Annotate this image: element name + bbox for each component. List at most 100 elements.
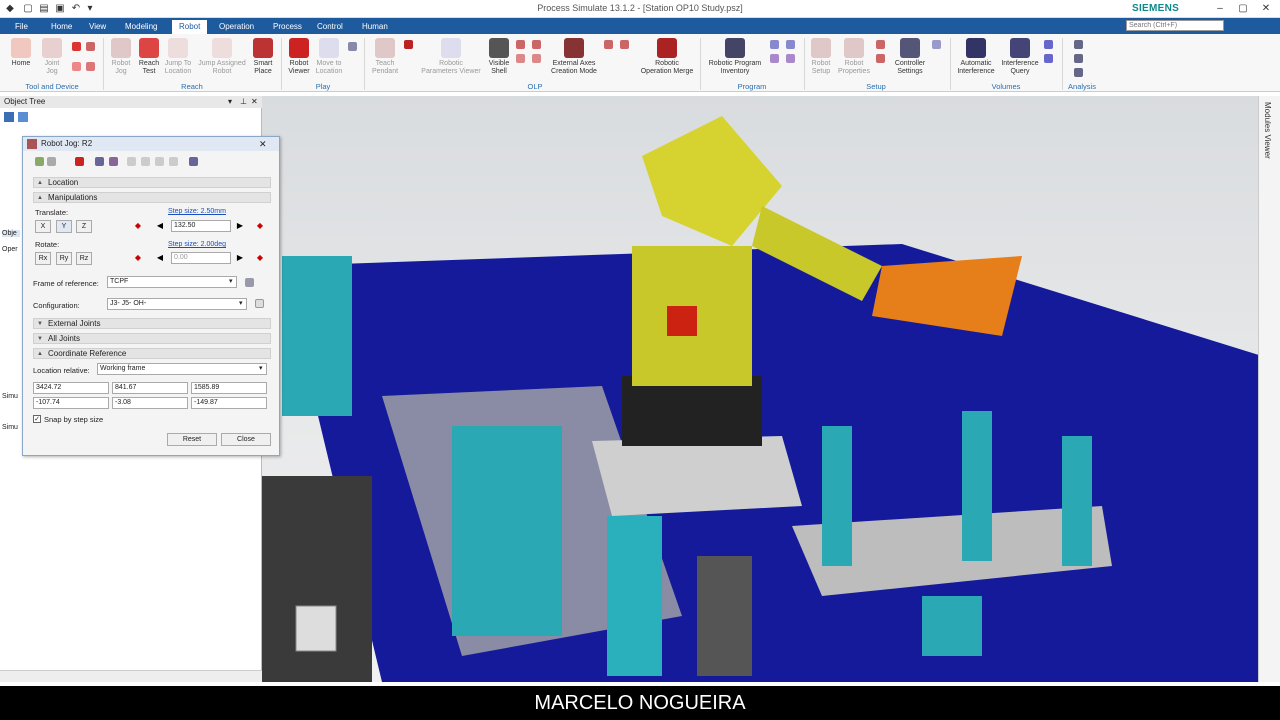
volumes-mini-icon-1[interactable] bbox=[1044, 40, 1053, 49]
program-mini-icon-1[interactable] bbox=[770, 40, 779, 49]
pane-dropdown-icon[interactable]: ▾ bbox=[228, 96, 232, 108]
toolbar-icon-7[interactable] bbox=[141, 157, 150, 166]
olp-mini-icon-4[interactable] bbox=[532, 54, 541, 63]
translate-plus-icon[interactable]: ▶ bbox=[233, 220, 247, 232]
coord-x-field[interactable]: 3424.72 bbox=[33, 382, 109, 394]
reset-button[interactable]: Reset bbox=[167, 433, 217, 446]
section-coordinate-reference[interactable]: Coordinate Reference bbox=[33, 348, 271, 359]
translate-step-back-icon[interactable]: ◆ bbox=[131, 220, 145, 232]
close-window-button[interactable]: ✕ bbox=[1256, 2, 1276, 16]
unmount-icon[interactable] bbox=[86, 62, 95, 71]
external-axes-creation-mode-button[interactable]: External Axes Creation Mode bbox=[548, 38, 600, 76]
joint-jog-button[interactable]: Joint Jog bbox=[38, 38, 66, 76]
setup-mini-icon-3[interactable] bbox=[932, 40, 941, 49]
analysis-icon-3[interactable] bbox=[1074, 68, 1083, 77]
toolbar-icon-1[interactable] bbox=[35, 157, 44, 166]
side-tab-simulation-2[interactable]: Simu bbox=[2, 424, 18, 431]
rotate-step-forward-icon[interactable]: ◆ bbox=[253, 252, 267, 264]
mount-icon[interactable] bbox=[72, 62, 81, 71]
translate-z-button[interactable]: Z bbox=[76, 220, 92, 233]
olp-mini-icon-3[interactable] bbox=[516, 54, 525, 63]
play-icon[interactable] bbox=[348, 42, 357, 51]
translate-step-forward-icon[interactable]: ◆ bbox=[253, 220, 267, 232]
tab-view[interactable]: View bbox=[82, 20, 113, 34]
program-mini-icon-2[interactable] bbox=[786, 40, 795, 49]
teach-pendant-button[interactable]: Teach Pendant bbox=[370, 38, 400, 76]
configuration-select[interactable]: J3- J5- OH- bbox=[107, 298, 247, 310]
analysis-icon-2[interactable] bbox=[1074, 54, 1083, 63]
olp-mini-icon-5[interactable] bbox=[604, 40, 613, 49]
program-mini-icon-4[interactable] bbox=[786, 54, 795, 63]
section-manipulations[interactable]: Manipulations bbox=[33, 192, 271, 203]
robot-viewer-button[interactable]: Robot Viewer bbox=[284, 38, 314, 76]
translate-value-field[interactable]: 132.50 bbox=[171, 220, 231, 232]
tool-icon[interactable] bbox=[72, 42, 81, 51]
rotate-step-size-link[interactable]: Step size: 2.00deg bbox=[168, 241, 226, 248]
toolbar-icon-3[interactable] bbox=[75, 157, 84, 166]
toolbar-icon-10[interactable] bbox=[189, 157, 198, 166]
close-button[interactable]: Close bbox=[221, 433, 271, 446]
reach-test-button[interactable]: Reach Test bbox=[136, 38, 162, 76]
section-all-joints[interactable]: All Joints bbox=[33, 333, 271, 344]
tab-operation[interactable]: Operation bbox=[212, 20, 261, 34]
rotate-step-back-icon[interactable]: ◆ bbox=[131, 252, 145, 264]
coord-z-field[interactable]: 1585.89 bbox=[191, 382, 267, 394]
tab-file[interactable]: File bbox=[8, 20, 35, 34]
interference-query-button[interactable]: Interference Query bbox=[998, 38, 1042, 76]
dialog-close-icon[interactable]: ✕ bbox=[259, 137, 273, 151]
search-input[interactable] bbox=[1126, 20, 1224, 31]
side-tab-simulation-1[interactable]: Simu bbox=[2, 393, 18, 400]
smart-place-button[interactable]: Smart Place bbox=[250, 38, 276, 76]
maximize-button[interactable]: ▢ bbox=[1233, 2, 1253, 16]
rotate-value-field[interactable]: 0.00 bbox=[171, 252, 231, 264]
pin-icon[interactable]: ⊥ bbox=[240, 96, 247, 108]
coord-rx-field[interactable]: -107.74 bbox=[33, 397, 109, 409]
robot-properties-button[interactable]: Robot Properties bbox=[836, 38, 872, 76]
horizontal-scrollbar[interactable] bbox=[0, 670, 262, 682]
translate-step-size-link[interactable]: Step size: 2.50mm bbox=[168, 208, 226, 215]
toolbar-icon-4[interactable] bbox=[95, 157, 104, 166]
pane-close-icon[interactable]: ✕ bbox=[251, 96, 258, 108]
side-tab-operation[interactable]: Oper bbox=[2, 246, 18, 253]
translate-y-button[interactable]: Y bbox=[56, 220, 72, 233]
jump-to-location-button[interactable]: Jump To Location bbox=[162, 38, 194, 76]
minimize-button[interactable]: – bbox=[1210, 2, 1230, 16]
frame-of-reference-select[interactable]: TCPF bbox=[107, 276, 237, 288]
tab-home[interactable]: Home bbox=[44, 20, 79, 34]
toolbar-icon-2[interactable] bbox=[47, 157, 56, 166]
program-mini-icon-3[interactable] bbox=[770, 54, 779, 63]
jump-assigned-robot-button[interactable]: Jump Assigned Robot bbox=[196, 38, 248, 76]
analysis-icon-1[interactable] bbox=[1074, 40, 1083, 49]
rotate-plus-icon[interactable]: ▶ bbox=[233, 252, 247, 264]
filter-icon[interactable] bbox=[18, 112, 28, 122]
toolbar-icon-5[interactable] bbox=[109, 157, 118, 166]
home-button[interactable]: Home bbox=[8, 38, 34, 68]
robotic-operation-merge-button[interactable]: Robotic Operation Merge bbox=[636, 38, 698, 76]
move-to-location-button[interactable]: Move to Location bbox=[314, 38, 344, 76]
tab-control[interactable]: Control bbox=[310, 20, 350, 34]
olp-mini-icon-6[interactable] bbox=[620, 40, 629, 49]
olp-icon[interactable] bbox=[404, 40, 413, 49]
tab-human[interactable]: Human bbox=[355, 20, 395, 34]
tab-process[interactable]: Process bbox=[266, 20, 309, 34]
side-tab-object[interactable]: Obje bbox=[2, 230, 20, 237]
rotate-minus-icon[interactable]: ◀ bbox=[153, 252, 167, 264]
rotate-ry-button[interactable]: Ry bbox=[56, 252, 72, 265]
section-external-joints[interactable]: External Joints bbox=[33, 318, 271, 329]
gripper-icon[interactable] bbox=[86, 42, 95, 51]
robotic-parameters-viewer-button[interactable]: Robotic Parameters Viewer bbox=[418, 38, 484, 76]
toolbar-icon-9[interactable] bbox=[169, 157, 178, 166]
setup-mini-icon-2[interactable] bbox=[876, 54, 885, 63]
section-location[interactable]: Location bbox=[33, 177, 271, 188]
location-relative-select[interactable]: Working frame bbox=[97, 363, 267, 375]
tab-modeling[interactable]: Modeling bbox=[118, 20, 164, 34]
automatic-interference-button[interactable]: Automatic Interference bbox=[954, 38, 998, 76]
lock-icon[interactable] bbox=[255, 299, 264, 308]
coord-rz-field[interactable]: -149.87 bbox=[191, 397, 267, 409]
coord-ry-field[interactable]: -3.08 bbox=[112, 397, 188, 409]
olp-mini-icon-1[interactable] bbox=[516, 40, 525, 49]
robot-setup-button[interactable]: Robot Setup bbox=[808, 38, 834, 76]
coord-y-field[interactable]: 841.67 bbox=[112, 382, 188, 394]
toolbar-icon-8[interactable] bbox=[155, 157, 164, 166]
graphic-viewer[interactable]: Modules Viewer bbox=[262, 96, 1280, 682]
